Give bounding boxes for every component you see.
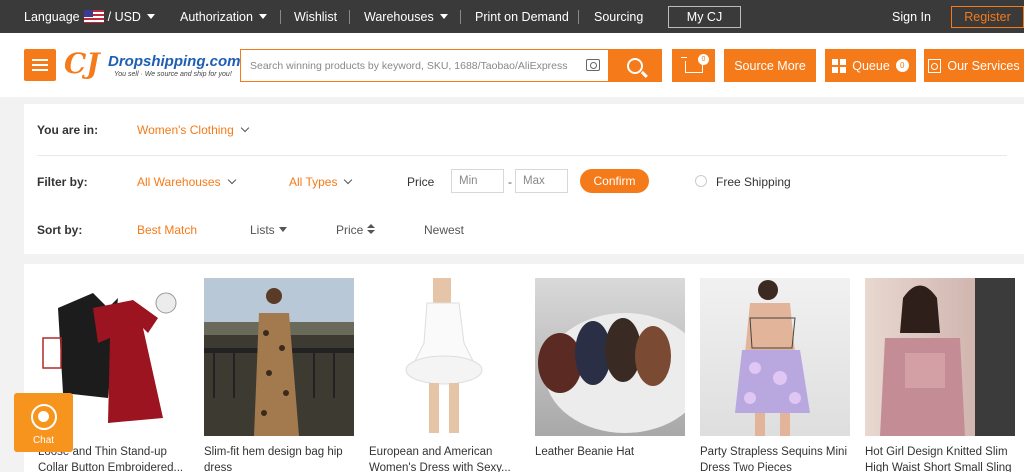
types-filter-label: All Types xyxy=(289,175,338,189)
search-box xyxy=(240,49,608,82)
you-are-in-label: You are in: xyxy=(37,123,99,137)
product-card[interactable]: Party Strapless Sequins Mini Dress Two P… xyxy=(700,278,850,472)
wishlist-link[interactable]: Wishlist xyxy=(294,0,337,33)
sign-in-link[interactable]: Sign In xyxy=(892,0,931,33)
cart-button[interactable]: 0 xyxy=(672,49,715,82)
product-title[interactable]: Slim-fit hem design bag hip dress xyxy=(204,444,356,472)
sourcing-link[interactable]: Sourcing xyxy=(594,0,643,33)
product-image[interactable] xyxy=(865,278,1015,436)
search-input[interactable] xyxy=(241,50,571,81)
headset-icon xyxy=(30,404,57,430)
services-icon xyxy=(928,58,942,73)
chat-button[interactable]: Chat xyxy=(14,393,73,452)
divider xyxy=(578,10,579,24)
sort-best-match[interactable]: Best Match xyxy=(137,223,197,237)
product-image[interactable] xyxy=(535,278,685,436)
queue-label: Queue xyxy=(852,58,890,73)
chevron-down-icon xyxy=(344,175,353,185)
chevron-down-icon xyxy=(240,123,250,133)
product-image[interactable] xyxy=(369,278,519,436)
price-dash: - xyxy=(508,175,512,189)
chat-label: Chat xyxy=(32,435,55,446)
logo-tagline: You sell · We source and ship for you! xyxy=(114,71,232,78)
sort-lists-label: Lists xyxy=(250,223,275,237)
product-title[interactable]: Party Strapless Sequins Mini Dress Two P… xyxy=(700,444,852,472)
caret-down-icon xyxy=(258,14,267,19)
language-selector[interactable]: Language / USD xyxy=(24,0,155,33)
authorization-menu[interactable]: Authorization xyxy=(180,0,267,33)
logo-mark: CJ xyxy=(64,47,100,80)
product-card[interactable]: Leather Beanie Hat xyxy=(535,278,685,460)
product-title[interactable]: European and American Women's Dress with… xyxy=(369,444,521,472)
divider xyxy=(349,10,350,24)
sort-price-label: Price xyxy=(336,223,364,237)
filter-panel: You are in: Women's Clothing Filter by: … xyxy=(24,104,1024,254)
sort-lists[interactable]: Lists xyxy=(250,223,287,237)
category-dropdown[interactable]: Women's Clothing xyxy=(137,123,250,137)
cart-count-badge: 0 xyxy=(698,54,709,65)
product-card[interactable]: European and American Women's Dress with… xyxy=(369,278,519,472)
currency-label: / USD xyxy=(107,9,141,24)
my-cj-button[interactable]: My CJ xyxy=(668,6,741,28)
warehouses-label: Warehouses xyxy=(364,9,434,24)
our-services-label: Our Services xyxy=(947,58,1020,73)
search-icon xyxy=(627,57,643,74)
warehouses-filter-label: All Warehouses xyxy=(137,175,221,189)
warehouses-dropdown[interactable]: All Warehouses xyxy=(137,175,236,189)
queue-button[interactable]: Queue 0 xyxy=(825,49,916,82)
caret-down-icon xyxy=(146,14,155,19)
price-max-field[interactable]: Max xyxy=(515,169,568,193)
grid-icon xyxy=(832,58,847,73)
product-grid: Loose and Thin Stand-up Collar Button Em… xyxy=(24,264,1024,472)
filter-by-label: Filter by: xyxy=(37,175,88,189)
our-services-button[interactable]: Our Services xyxy=(924,49,1024,82)
product-image[interactable] xyxy=(700,278,850,436)
warehouses-menu[interactable]: Warehouses xyxy=(364,0,448,33)
sort-newest[interactable]: Newest xyxy=(424,223,464,237)
camera-icon[interactable] xyxy=(586,59,600,71)
category-label: Women's Clothing xyxy=(137,123,234,137)
header: CJ Dropshipping.com You sell · We source… xyxy=(0,33,1024,97)
us-flag-icon xyxy=(83,10,104,23)
product-card[interactable]: Slim-fit hem design bag hip dress xyxy=(204,278,354,472)
free-shipping-label[interactable]: Free Shipping xyxy=(716,175,791,189)
search-button[interactable] xyxy=(608,49,662,82)
price-min-field[interactable]: Min xyxy=(451,169,504,193)
price-label: Price xyxy=(407,175,435,189)
divider xyxy=(460,10,461,24)
free-shipping-checkbox[interactable] xyxy=(695,175,707,187)
register-button[interactable]: Register xyxy=(951,6,1024,28)
types-dropdown[interactable]: All Types xyxy=(289,175,353,189)
logo-brand: Dropshipping.com xyxy=(108,53,241,70)
product-image[interactable] xyxy=(204,278,354,436)
sort-icon xyxy=(367,224,376,235)
print-on-demand-link[interactable]: Print on Demand xyxy=(475,0,569,33)
confirm-button[interactable]: Confirm xyxy=(580,169,649,193)
divider xyxy=(280,10,281,24)
product-title[interactable]: Hot Girl Design Knitted Slim High Waist … xyxy=(865,444,1017,472)
sort-by-label: Sort by: xyxy=(37,223,83,237)
product-title[interactable]: Leather Beanie Hat xyxy=(535,444,687,460)
language-label: Language xyxy=(24,9,80,24)
caret-down-icon xyxy=(439,14,448,19)
source-more-button[interactable]: Source More xyxy=(724,49,816,82)
menu-icon[interactable] xyxy=(24,49,56,81)
sort-price[interactable]: Price xyxy=(336,223,376,237)
top-bar: Language / USD Authorization Wishlist Wa… xyxy=(0,0,1024,33)
divider xyxy=(37,155,1007,156)
caret-down-icon xyxy=(278,227,287,232)
chevron-down-icon xyxy=(227,175,236,185)
queue-count-badge: 0 xyxy=(895,59,909,72)
authorization-label: Authorization xyxy=(180,9,253,24)
product-card[interactable]: Hot Girl Design Knitted Slim High Waist … xyxy=(865,278,1015,472)
logo[interactable]: CJ Dropshipping.com You sell · We source… xyxy=(64,47,241,83)
